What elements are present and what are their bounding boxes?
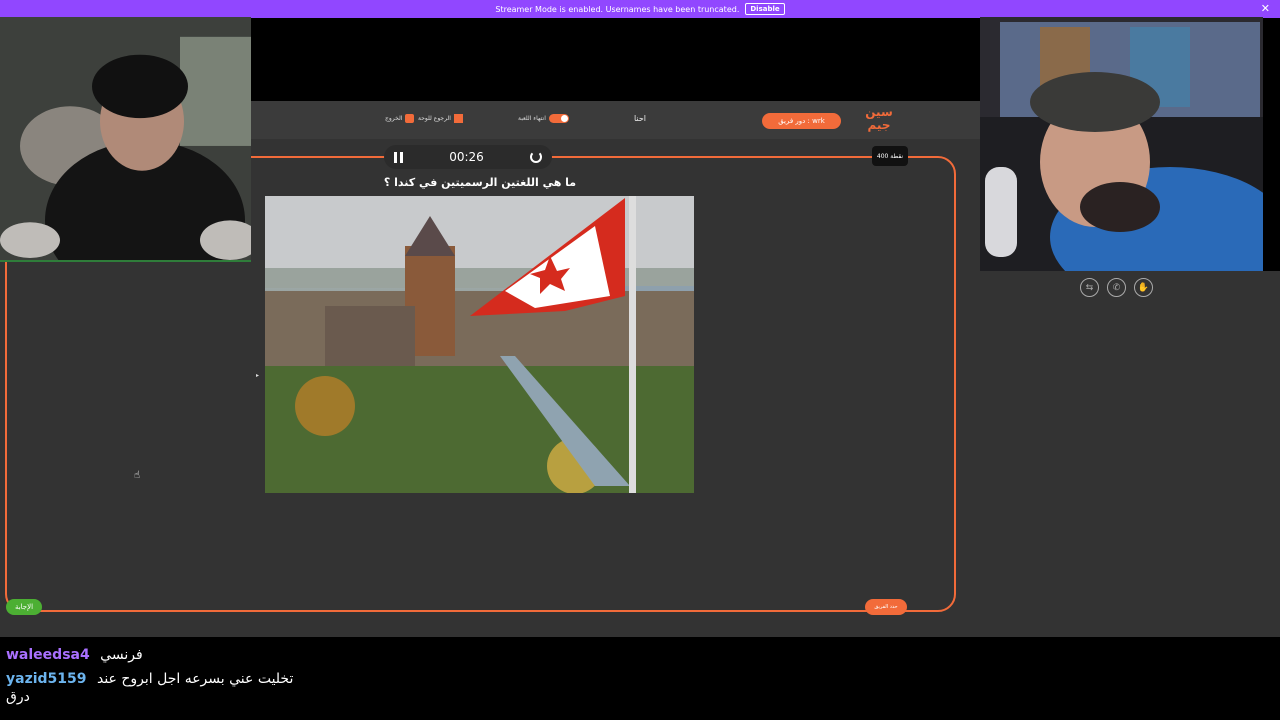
- pause-icon[interactable]: [394, 151, 403, 163]
- chat-text: فرنسي: [100, 647, 143, 663]
- chat-overlay: waleedsa4 فرنسي yazid5159 تخليت عني بسرع…: [0, 637, 1280, 720]
- timer: 00:26: [384, 145, 552, 169]
- stream-screen: Streamer Mode is enabled. Usernames have…: [0, 0, 1280, 720]
- game-logo: سين جيم: [863, 106, 895, 134]
- phone-icon[interactable]: ✆: [1107, 278, 1126, 297]
- points-badge: 400 نقطة: [872, 146, 908, 166]
- webcam-left-image: [0, 17, 251, 260]
- swap-icon[interactable]: ⇆: [1080, 278, 1099, 297]
- chat-text: تخليت عني بسرعه اجل ابروح عند: [96, 671, 294, 687]
- webcam-right-image: [980, 17, 1263, 271]
- chat-message: waleedsa4 فرنسي: [6, 646, 1280, 664]
- question-image: [265, 196, 694, 493]
- webcam-right: [980, 17, 1263, 271]
- question-text: ما هي اللغتين الرسميتين في كندا ؟: [383, 176, 577, 189]
- exit-icon: [405, 114, 415, 123]
- chat-message: yazid5159 تخليت عني بسرعه اجل ابروح عند: [6, 670, 1280, 688]
- exit-label: الخروج: [385, 115, 403, 122]
- back-board-control[interactable]: الرجوع للوحة: [418, 114, 463, 123]
- webcam-left: [0, 17, 251, 262]
- pointer-dot-icon: ▸: [256, 372, 260, 379]
- canada-scene-image: [265, 196, 694, 493]
- chat-username[interactable]: waleedsa4: [6, 647, 90, 663]
- disable-button[interactable]: Disable: [745, 3, 785, 15]
- chat-username[interactable]: yazid5159: [6, 671, 87, 687]
- answer-button[interactable]: الإجابة: [6, 599, 42, 615]
- team-name: احنا: [633, 114, 647, 123]
- end-game-label: انتهاء اللعبة: [518, 115, 546, 122]
- banner-text: Streamer Mode is enabled. Usernames have…: [495, 4, 740, 14]
- mouse-cursor-icon: ☝: [134, 470, 141, 481]
- exit-control[interactable]: الخروج: [385, 114, 415, 123]
- logo-bottom: جيم: [867, 118, 891, 132]
- reset-icon[interactable]: [530, 151, 542, 163]
- call-controls: ⇆ ✆ ✋: [1080, 278, 1153, 297]
- select-team-button[interactable]: حدد الفريق: [865, 599, 907, 615]
- close-icon[interactable]: ✕: [1261, 2, 1270, 15]
- hand-icon[interactable]: ✋: [1134, 278, 1153, 297]
- streamer-mode-banner: Streamer Mode is enabled. Usernames have…: [0, 0, 1280, 18]
- end-game-control[interactable]: انتهاء اللعبة: [518, 114, 569, 123]
- chat-text-continuation: درق: [6, 689, 30, 705]
- game-panel-right: [980, 271, 1280, 637]
- grid-icon: [453, 114, 463, 123]
- timer-value: 00:26: [449, 150, 484, 164]
- toggle-icon[interactable]: [548, 114, 569, 123]
- team-turn-pill: دور فريق : wrk: [762, 113, 841, 129]
- back-board-label: الرجوع للوحة: [418, 115, 451, 122]
